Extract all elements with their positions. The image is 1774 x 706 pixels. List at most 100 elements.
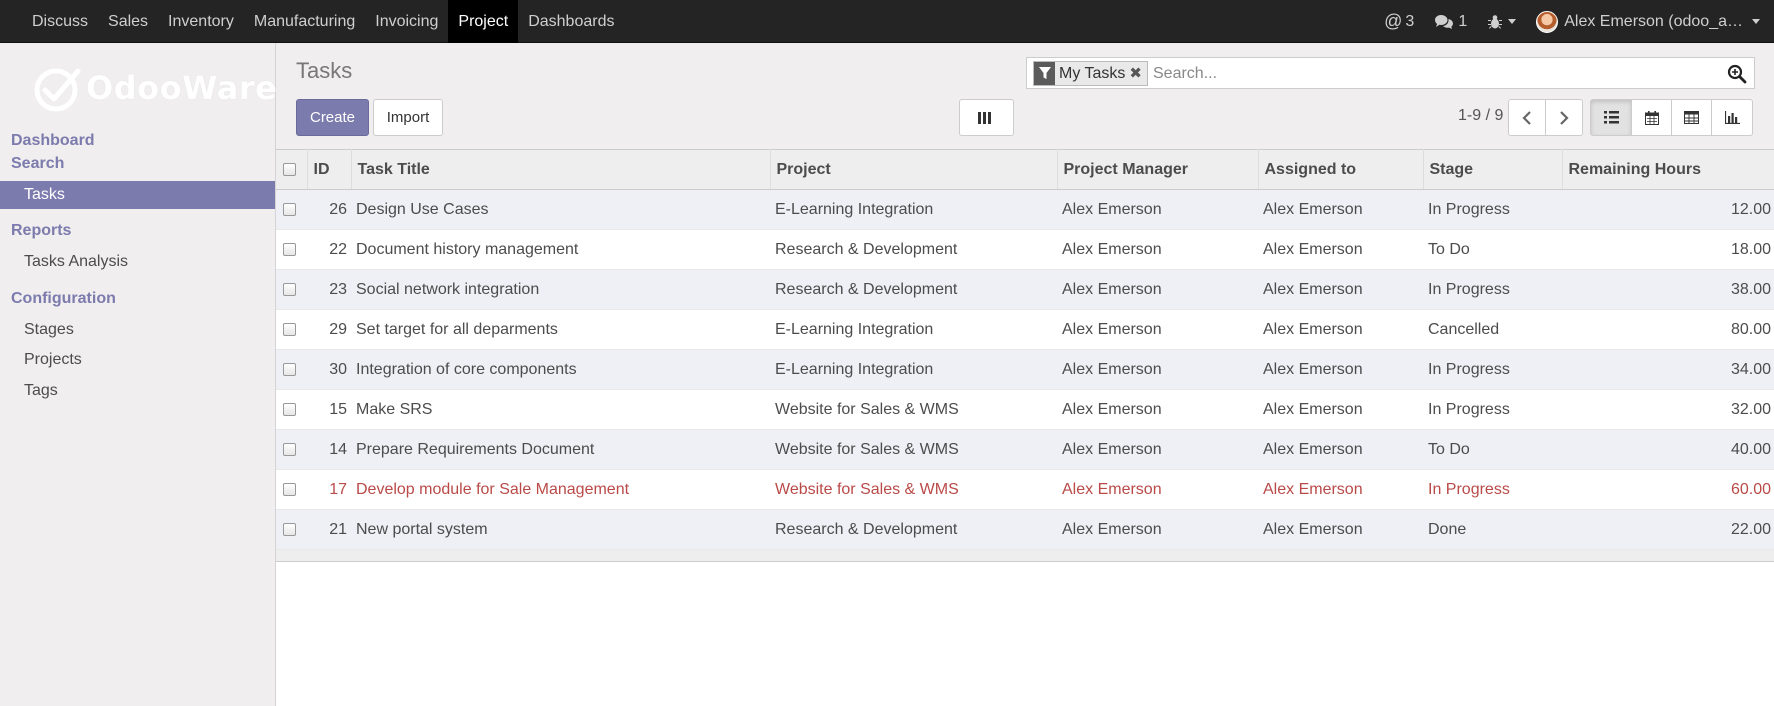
column-header-assigned-to[interactable]: Assigned to bbox=[1258, 149, 1424, 190]
column-header-id[interactable]: ID bbox=[307, 149, 352, 190]
table-row[interactable]: 26 Design Use Cases E-Learning Integration… bbox=[276, 189, 1774, 230]
task-id: 15 bbox=[307, 389, 351, 430]
row-checkbox-cell[interactable] bbox=[276, 269, 307, 310]
table-row[interactable]: 23 Social network integration Research & D… bbox=[276, 269, 1774, 310]
table-row[interactable]: 17 Develop module for Sale Management Webs… bbox=[276, 469, 1774, 510]
column-header-stage[interactable]: Stage bbox=[1423, 149, 1563, 190]
task-project-manager: Alex Emerson bbox=[1057, 189, 1258, 230]
facet-label: My Tasks bbox=[1059, 65, 1126, 82]
user-menu[interactable]: Alex Emerson (odoo_a… bbox=[1526, 10, 1774, 33]
app-menu: Discuss Sales Inventory Manufacturing In… bbox=[22, 0, 624, 43]
search-facet[interactable]: My Tasks ✖ bbox=[1033, 61, 1148, 86]
pager-buttons bbox=[1508, 99, 1583, 136]
search-input[interactable] bbox=[1153, 61, 1713, 86]
menu-inventory[interactable]: Inventory bbox=[158, 0, 244, 43]
create-button[interactable]: Create bbox=[296, 99, 369, 136]
task-project-manager: Alex Emerson bbox=[1057, 389, 1258, 430]
task-project: E-Learning Integration bbox=[770, 189, 1057, 230]
task-title: Integration of core components bbox=[351, 349, 770, 390]
task-assigned-to: Alex Emerson bbox=[1258, 429, 1423, 470]
table-row[interactable]: 29 Set target for all deparments E-Learnin… bbox=[276, 309, 1774, 350]
task-assigned-to: Alex Emerson bbox=[1258, 509, 1423, 550]
task-stage: Cancelled bbox=[1423, 309, 1562, 350]
task-title: Develop module for Sale Management bbox=[351, 469, 770, 510]
sidebar-item-tags[interactable]: Tags bbox=[0, 377, 275, 405]
checkbox[interactable] bbox=[283, 162, 296, 176]
search-bar[interactable]: My Tasks ✖ bbox=[1026, 57, 1755, 89]
sidebar-item-stages[interactable]: Stages bbox=[0, 316, 275, 344]
task-remaining-hours: 32.00 bbox=[1562, 389, 1774, 430]
task-project: Research & Development bbox=[770, 509, 1057, 550]
task-stage: In Progress bbox=[1423, 269, 1562, 310]
at-icon: @ bbox=[1384, 11, 1403, 31]
mentions-button[interactable]: @ 3 bbox=[1374, 11, 1424, 32]
table-icon bbox=[1684, 111, 1699, 124]
task-id: 22 bbox=[307, 229, 351, 270]
row-checkbox-cell[interactable] bbox=[276, 349, 307, 390]
messages-count: 1 bbox=[1458, 12, 1468, 30]
sidebar-section-configuration[interactable]: Configuration bbox=[11, 290, 116, 308]
row-checkbox-cell[interactable] bbox=[276, 389, 307, 430]
task-project: Research & Development bbox=[770, 269, 1057, 310]
list-view-button[interactable] bbox=[1590, 99, 1632, 136]
table-row[interactable]: 22 Document history management Research & … bbox=[276, 229, 1774, 270]
row-checkbox[interactable] bbox=[283, 522, 296, 536]
task-project: E-Learning Integration bbox=[770, 309, 1057, 350]
sidebar-section-reports[interactable]: Reports bbox=[11, 222, 71, 240]
column-header-task-title[interactable]: Task Title bbox=[351, 149, 771, 190]
task-remaining-hours: 60.00 bbox=[1562, 469, 1774, 510]
row-checkbox[interactable] bbox=[283, 282, 296, 296]
debug-menu-button[interactable] bbox=[1477, 14, 1526, 30]
sidebar-item-tasks-analysis[interactable]: Tasks Analysis bbox=[0, 248, 275, 276]
table-row[interactable]: 15 Make SRS Website for Sales & WMS Alex Em… bbox=[276, 389, 1774, 430]
row-checkbox[interactable] bbox=[283, 482, 296, 496]
pivot-view-button[interactable] bbox=[1671, 99, 1712, 136]
menu-dashboards[interactable]: Dashboards bbox=[518, 0, 624, 43]
row-checkbox[interactable] bbox=[283, 442, 296, 456]
sidebar-item-projects[interactable]: Projects bbox=[0, 346, 275, 374]
search-icon[interactable] bbox=[1727, 64, 1747, 89]
bar-chart-icon bbox=[1724, 111, 1740, 124]
select-all-checkbox[interactable] bbox=[276, 149, 308, 190]
table-row[interactable]: 21 New portal system Research & Developmen… bbox=[276, 509, 1774, 550]
menu-sales[interactable]: Sales bbox=[98, 0, 158, 43]
task-project-manager: Alex Emerson bbox=[1057, 229, 1258, 270]
sidebar-item-tasks[interactable]: Tasks bbox=[0, 181, 275, 209]
menu-invoicing[interactable]: Invoicing bbox=[365, 0, 448, 43]
column-header-project[interactable]: Project bbox=[770, 149, 1058, 190]
menu-project[interactable]: Project bbox=[448, 0, 519, 43]
menu-discuss[interactable]: Discuss bbox=[22, 0, 98, 43]
calendar-view-button[interactable] bbox=[1631, 99, 1672, 136]
row-checkbox-cell[interactable] bbox=[276, 509, 307, 550]
menu-manufacturing[interactable]: Manufacturing bbox=[244, 0, 365, 43]
column-header-project-manager[interactable]: Project Manager bbox=[1057, 149, 1259, 190]
task-title: Document history management bbox=[351, 229, 770, 270]
task-assigned-to: Alex Emerson bbox=[1258, 389, 1423, 430]
sidebar-section-search[interactable]: Search bbox=[11, 155, 64, 173]
sidebar-section-dashboard[interactable]: Dashboard bbox=[11, 132, 95, 150]
graph-view-button[interactable] bbox=[1711, 99, 1753, 136]
columns-toggle-button[interactable] bbox=[959, 99, 1014, 136]
pager-previous-button[interactable] bbox=[1508, 99, 1546, 136]
pager-next-button[interactable] bbox=[1545, 99, 1583, 136]
row-checkbox[interactable] bbox=[283, 402, 296, 416]
task-remaining-hours: 38.00 bbox=[1562, 269, 1774, 310]
table-row[interactable]: 14 Prepare Requirements Document Website f… bbox=[276, 429, 1774, 470]
row-checkbox-cell[interactable] bbox=[276, 429, 307, 470]
pager-value[interactable]: 1-9 / 9 bbox=[1458, 107, 1503, 125]
row-checkbox[interactable] bbox=[283, 242, 296, 256]
row-checkbox-cell[interactable] bbox=[276, 309, 307, 350]
task-assigned-to: Alex Emerson bbox=[1258, 349, 1423, 390]
task-id: 23 bbox=[307, 269, 351, 310]
column-header-remaining-hours[interactable]: Remaining Hours bbox=[1562, 149, 1774, 190]
row-checkbox-cell[interactable] bbox=[276, 229, 307, 270]
row-checkbox[interactable] bbox=[283, 362, 296, 376]
row-checkbox[interactable] bbox=[283, 322, 296, 336]
row-checkbox[interactable] bbox=[283, 202, 296, 216]
messages-button[interactable]: 1 bbox=[1424, 13, 1477, 31]
row-checkbox-cell[interactable] bbox=[276, 469, 307, 510]
row-checkbox-cell[interactable] bbox=[276, 189, 307, 230]
import-button[interactable]: Import bbox=[373, 99, 443, 136]
facet-remove-icon[interactable]: ✖ bbox=[1129, 62, 1147, 85]
table-row[interactable]: 30 Integration of core components E-Learni… bbox=[276, 349, 1774, 390]
